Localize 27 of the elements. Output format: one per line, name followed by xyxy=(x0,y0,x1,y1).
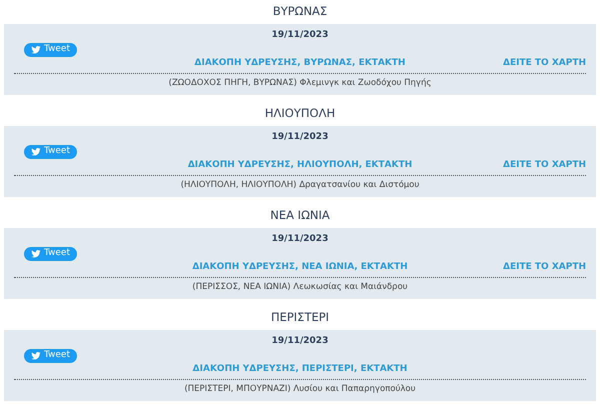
bird-icon xyxy=(31,44,41,54)
outage-title[interactable]: ΔΙΑΚΟΠΗ ΥΔΡΕΥΣΗΣ, ΠΕΡΙΣΤΕΡΙ, ΕΚΤΑΚΤΗ xyxy=(192,362,408,376)
date: 19/11/2023 xyxy=(272,29,328,42)
date: 19/11/2023 xyxy=(272,131,328,144)
tweet-button[interactable]: Tweet xyxy=(24,246,77,260)
outage-title[interactable]: ΔΙΑΚΟΠΗ ΥΔΡΕΥΣΗΣ, ΗΛΙΟΥΠΟΛΗ, ΕΚΤΑΚΤΗ xyxy=(188,158,412,172)
map-link[interactable]: ΔΕΙΤΕ ΤΟ ΧΑΡΤΗ xyxy=(503,158,586,172)
date: 19/11/2023 xyxy=(272,233,328,246)
outage-title[interactable]: ΔΙΑΚΟΠΗ ΥΔΡΕΥΣΗΣ, ΒΥΡΩΝΑΣ, ΕΚΤΑΚΤΗ xyxy=(194,56,406,70)
area-heading: ΒΥΡΩΝΑΣ xyxy=(272,3,328,20)
area-heading: ΗΛΙΟΥΠΟΛΗ xyxy=(264,105,336,122)
address-text: (ΠΕΡΙΣΤΕΡΙ, ΜΠΟΥΡΝΑΖΙ) Λυσίου και Παπαρηγοπούλου xyxy=(184,382,416,396)
area-heading: ΠΕΡΙΣΤΕΡΙ xyxy=(270,309,330,326)
tweet-button[interactable]: Tweet xyxy=(24,144,77,158)
map-link[interactable]: ΔΕΙΤΕ ΤΟ ΧΑΡΤΗ xyxy=(503,260,586,274)
address-text: (ΗΛΙΟΥΠΟΛΗ, ΗΛΙΟΥΠΟΛΗ) Δραγατσανίου και Διστόμου xyxy=(180,178,420,192)
bird-icon xyxy=(31,146,41,156)
map-link[interactable]: ΔΕΙΤΕ ΤΟ ΧΑΡΤΗ xyxy=(503,56,586,70)
address-text: (ΠΕΡΙΣΣΟΣ, ΝΕΑ ΙΩΝΙΑ) Λεωκωσίας και Μαιάνδρου xyxy=(192,280,408,294)
tweet-button[interactable]: Tweet xyxy=(24,348,77,362)
bird-icon xyxy=(31,350,41,360)
date: 19/11/2023 xyxy=(272,335,328,348)
tweet-button[interactable]: Tweet xyxy=(24,42,77,56)
bird-icon xyxy=(31,248,41,258)
area-heading: ΝΕΑ ΙΩΝΙΑ xyxy=(270,207,330,224)
address-text: (ΖΩΟΔΟΧΟΣ ΠΗΓΗ, ΒΥΡΩΝΑΣ) Φλεμινγκ και Ζωοδόχου Πηγής xyxy=(168,76,432,90)
outage-title[interactable]: ΔΙΑΚΟΠΗ ΥΔΡΕΥΣΗΣ, ΝΕΑ ΙΩΝΙΑ, ΕΚΤΑΚΤΗ xyxy=(192,260,408,274)
